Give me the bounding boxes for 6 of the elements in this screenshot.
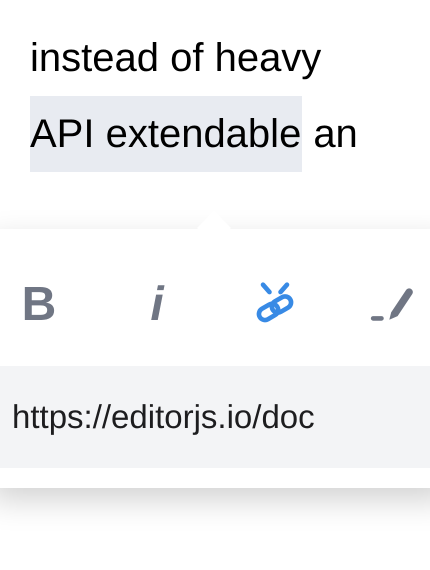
selected-text: API extendable — [30, 96, 302, 172]
italic-button[interactable]: i — [133, 275, 181, 335]
bold-button[interactable]: B — [15, 275, 63, 335]
paragraph-text: instead of heavy — [30, 36, 322, 80]
paragraph-text: an — [313, 111, 358, 158]
link-input-field[interactable]: https://editorjs.io/doc — [0, 366, 430, 468]
